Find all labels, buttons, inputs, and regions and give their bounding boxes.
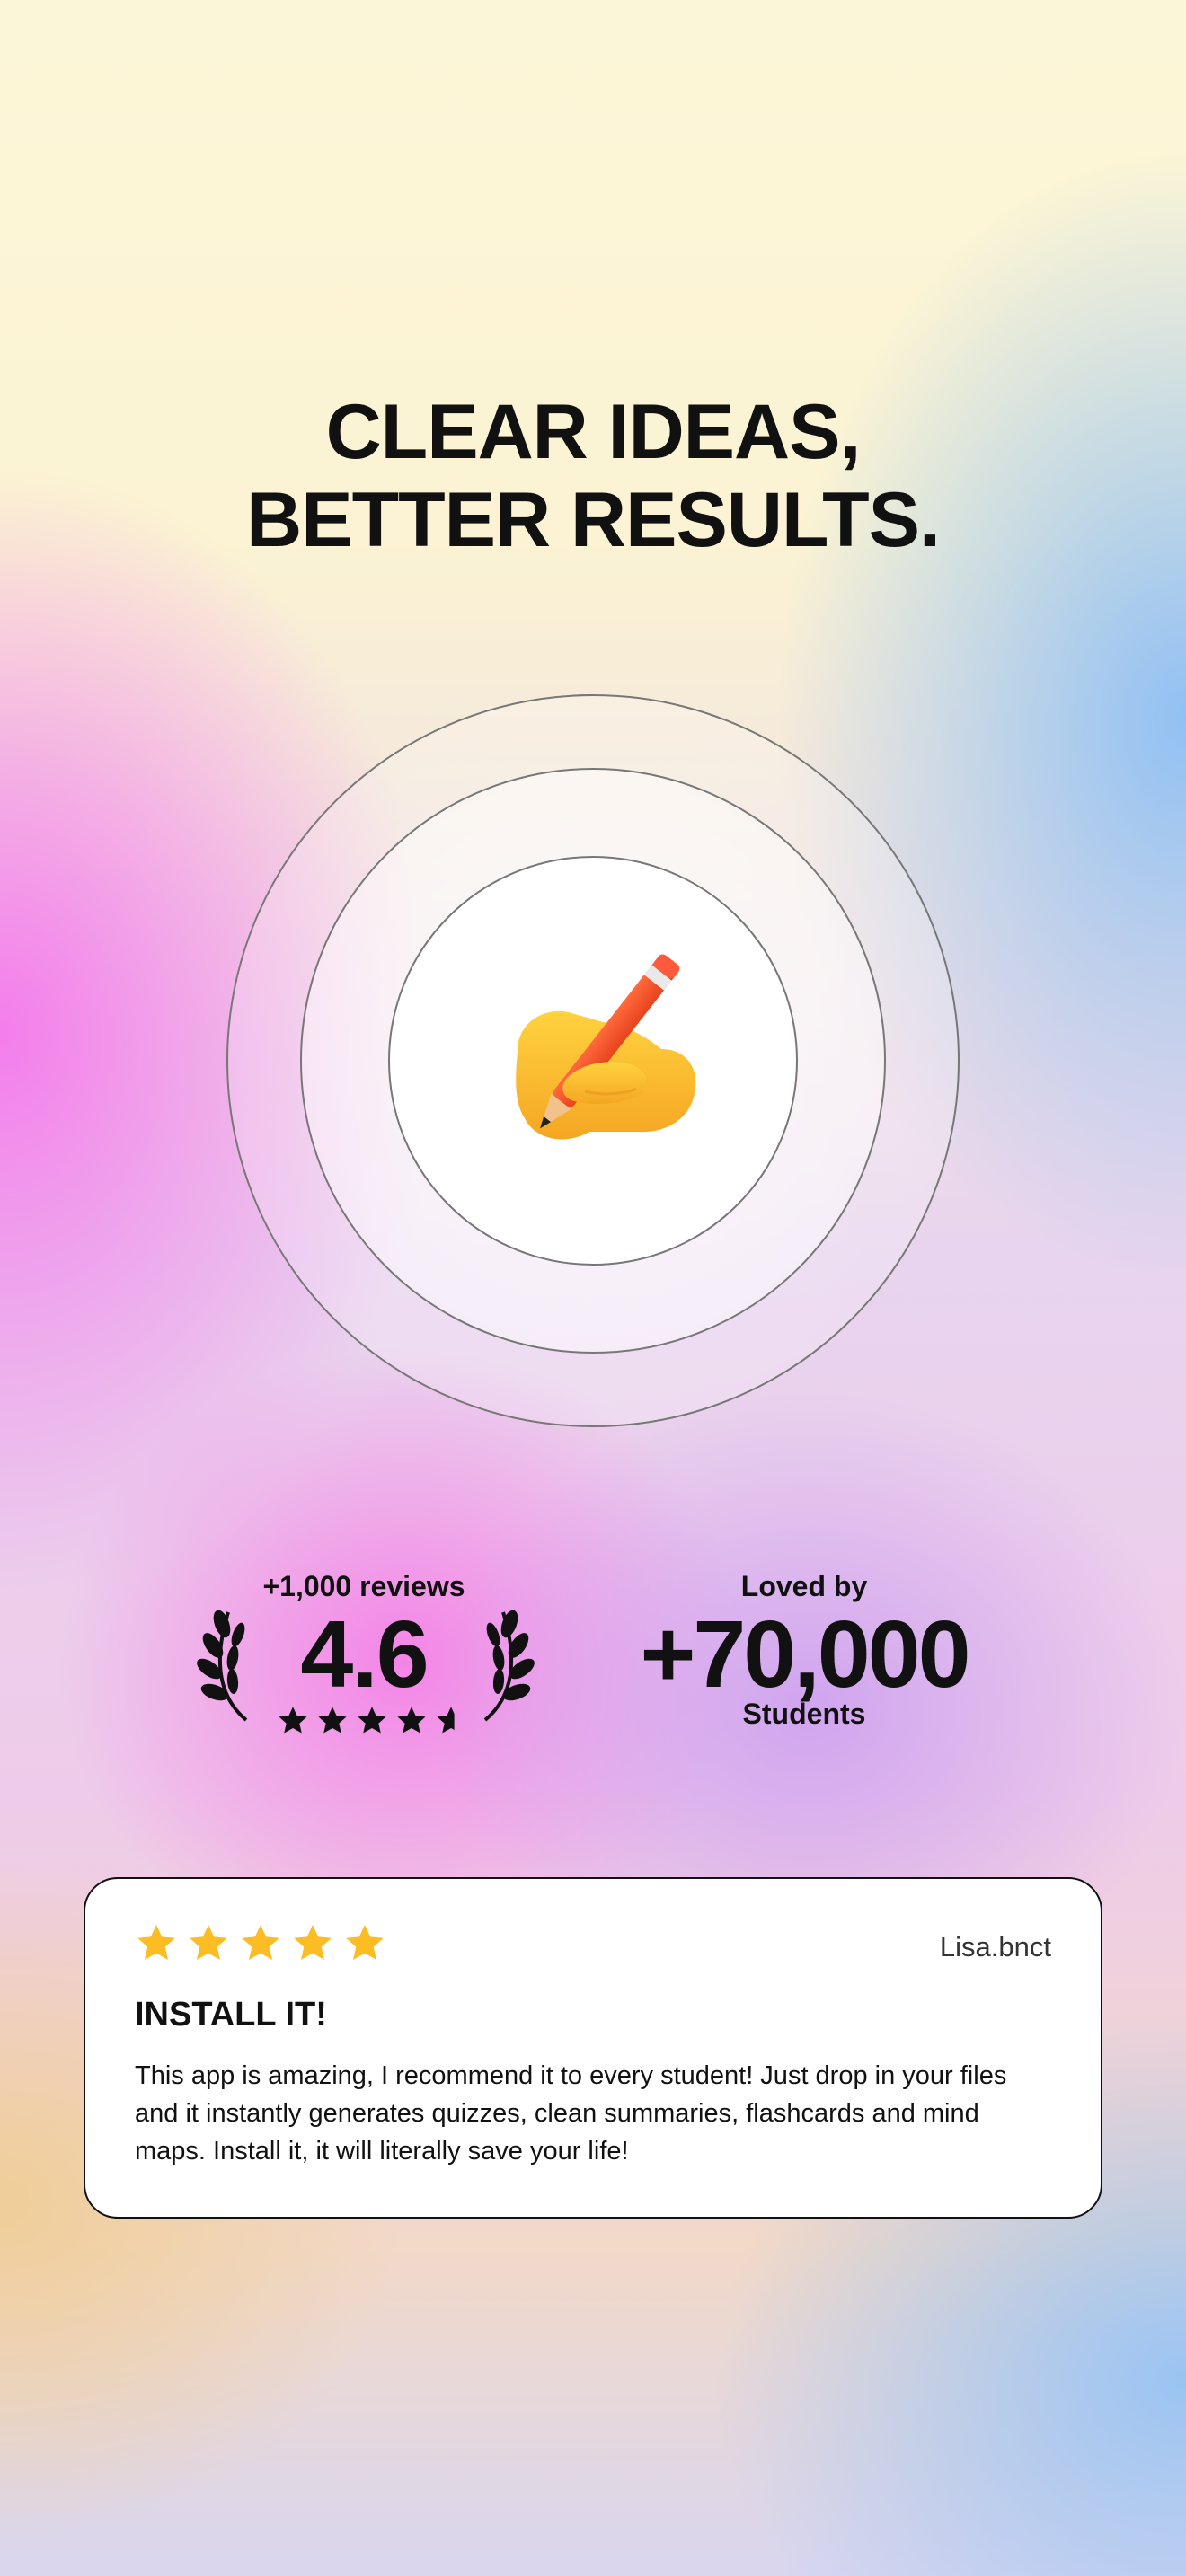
students-count: +70,000 (640, 1601, 970, 1707)
star-icon (190, 1925, 227, 1960)
star-icon (279, 1707, 307, 1734)
star-icon (242, 1925, 279, 1960)
loved-by-label: Loved by (740, 1570, 868, 1602)
writing-hand-icon (516, 954, 696, 1140)
students-block: Loved by +70,000 Students (602, 1563, 1006, 1742)
rating-stars (277, 1705, 467, 1741)
star-icon (318, 1707, 347, 1734)
laurel-left-icon (197, 1610, 248, 1722)
star-icon (346, 1925, 384, 1960)
headline-line-1: CLEAR IDEAS, (325, 389, 862, 475)
laurel-right-icon (483, 1610, 535, 1722)
headline: CLEAR IDEAS, BETTER RESULTS. (0, 388, 1186, 564)
review-stars (135, 1922, 386, 1965)
review-title: INSTALL IT! (135, 1996, 327, 2033)
star-icon (437, 1707, 455, 1734)
review-card: Lisa.bnct INSTALL IT! This app is amazin… (84, 1877, 1102, 2219)
reviewer-name: Lisa.bnct (939, 1931, 1051, 1963)
star-icon (358, 1707, 386, 1734)
app-screen: { "headline": { "line1": "CLEAR IDEAS,",… (0, 0, 1186, 2576)
students-label: Students (742, 1698, 866, 1730)
star-icon (294, 1925, 332, 1960)
review-body: This app is amazing, I recommend it to e… (135, 2061, 1007, 2166)
star-icon (397, 1707, 426, 1734)
star-icon (137, 1925, 175, 1960)
headline-line-2: BETTER RESULTS. (246, 477, 941, 563)
